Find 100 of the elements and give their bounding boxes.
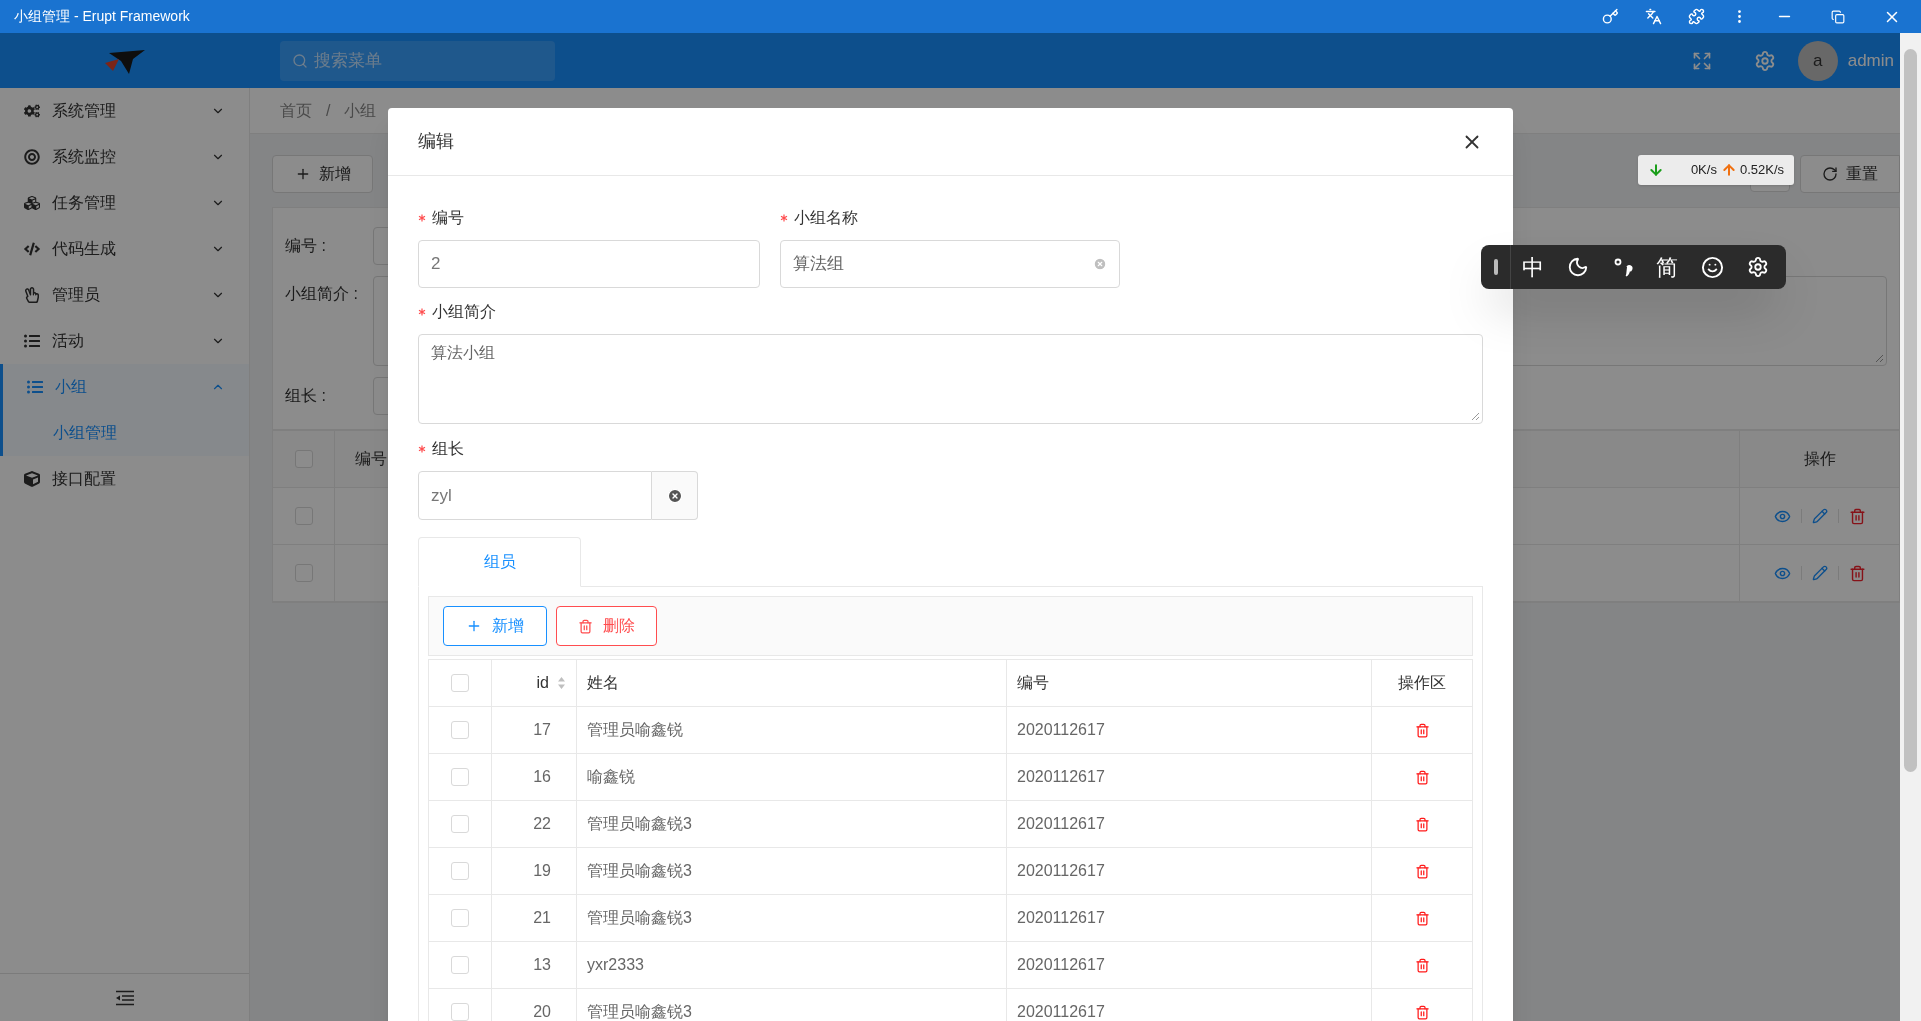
sidebar-item[interactable]: 系统监控 — [0, 134, 249, 180]
table-cell-text: 管理员喻鑫锐 — [587, 720, 683, 740]
column-header: 操作 — [1803, 449, 1836, 469]
sidebar-item[interactable]: 管理员 — [0, 272, 249, 318]
emoji-icon[interactable] — [1700, 255, 1724, 279]
table-cell-text: 管理员喻鑫锐3 — [587, 861, 692, 881]
target-icon — [24, 149, 40, 165]
table-cell-text: 喻鑫锐 — [587, 767, 635, 787]
field-label: 编号 — [432, 208, 464, 228]
resize-handle-icon[interactable] — [1875, 354, 1884, 363]
breadcrumb-separator: / — [326, 100, 331, 121]
table-cell-text: 2020112617 — [1017, 720, 1105, 740]
delete-button[interactable]: 删除 — [556, 606, 657, 646]
textarea-field[interactable]: 算法小组 — [418, 334, 1483, 424]
table-cell-text: 2020112617 — [1017, 955, 1105, 975]
moon-icon[interactable] — [1567, 256, 1589, 278]
tab[interactable]: 组员 — [418, 537, 581, 587]
code-icon — [24, 241, 40, 257]
translate-icon[interactable] — [1645, 8, 1662, 25]
column-header[interactable]: 姓名 — [587, 671, 619, 695]
scrollbar[interactable] — [1900, 33, 1921, 1021]
delete-icon[interactable] — [1414, 722, 1430, 738]
fullscreen-icon[interactable] — [1691, 50, 1712, 71]
table-cell-text: 2020112617 — [1017, 908, 1105, 928]
clear-button[interactable] — [652, 471, 698, 520]
table-cell-text: 19 — [533, 861, 551, 881]
clear-icon — [666, 487, 683, 504]
checkbox[interactable] — [451, 909, 469, 927]
checkbox[interactable] — [451, 815, 469, 833]
column-header[interactable]: 编号 — [355, 447, 387, 471]
upload-speed: 0.52K/s — [1739, 161, 1784, 180]
filter-label: 小组简介 : — [285, 284, 359, 304]
search-icon — [292, 52, 308, 69]
collapse-menu-icon[interactable] — [114, 989, 135, 1006]
delete-icon[interactable] — [1414, 957, 1430, 973]
refresh-icon — [1822, 166, 1838, 182]
gears-icon — [24, 103, 40, 119]
edit-icon[interactable] — [1811, 508, 1828, 524]
delete-icon[interactable] — [1848, 507, 1866, 525]
field-label: 小组名称 — [794, 208, 858, 228]
add-button[interactable]: 新增 — [272, 155, 373, 193]
table-cell-text: 2020112617 — [1017, 814, 1105, 834]
column-header[interactable]: 操作区 — [1398, 671, 1446, 695]
table-cell-text: 17 — [533, 720, 551, 740]
input-field[interactable]: 2 — [418, 240, 760, 288]
table-cell-text: 管理员喻鑫锐3 — [587, 908, 692, 928]
sidebar-item[interactable]: 活动 — [0, 318, 249, 364]
delete-icon[interactable] — [1848, 564, 1866, 582]
drag-handle-icon[interactable] — [1493, 259, 1498, 275]
add-button[interactable]: 新增 — [443, 606, 547, 646]
settings-icon[interactable] — [1746, 256, 1769, 278]
sidebar-item[interactable]: 系统管理 — [0, 88, 249, 134]
avatar[interactable]: a — [1797, 40, 1838, 81]
checkbox[interactable] — [451, 862, 469, 880]
checkbox[interactable] — [451, 1003, 469, 1021]
column-header[interactable]: 编号 — [1017, 671, 1049, 695]
checkbox[interactable] — [451, 768, 469, 786]
input-field[interactable]: 算法组 — [780, 240, 1120, 288]
plus-icon — [466, 618, 482, 634]
table-cell-text: 管理员喻鑫锐3 — [587, 1002, 692, 1021]
table-cell-text: 20 — [533, 1002, 551, 1021]
table-cell-text: 21 — [533, 908, 551, 928]
delete-icon[interactable] — [1414, 863, 1430, 879]
input-field[interactable]: zyl — [418, 471, 652, 520]
sidebar-item[interactable]: 任务管理 — [0, 180, 249, 226]
table-cell-text: 22 — [533, 814, 551, 834]
breadcrumb-link[interactable]: 小组 — [344, 98, 377, 123]
checkbox[interactable] — [451, 956, 469, 974]
filter-label: 编号 : — [285, 236, 327, 256]
delete-icon[interactable] — [1414, 1004, 1430, 1020]
checkbox[interactable] — [451, 721, 469, 739]
delete-icon[interactable] — [1414, 910, 1430, 926]
sidebar-item[interactable]: 接口配置 — [0, 456, 249, 502]
input-mode-toggle[interactable]: 中 — [1522, 250, 1545, 284]
column-header[interactable]: id — [536, 671, 549, 695]
delete-icon[interactable] — [1414, 769, 1430, 785]
breadcrumb-link[interactable]: 首页 — [280, 98, 312, 123]
window-title: 小组管理 - Erupt Framework — [14, 7, 191, 26]
resize-handle-icon[interactable] — [1471, 412, 1480, 421]
key-icon[interactable] — [1602, 8, 1619, 25]
puzzle-icon[interactable] — [1688, 8, 1705, 25]
trash-icon — [578, 618, 593, 634]
download-speed: 0K/s — [1690, 161, 1717, 180]
reset-button[interactable]: 重置 — [1800, 155, 1900, 193]
delete-icon[interactable] — [1414, 816, 1430, 832]
table-cell-text: 13 — [533, 955, 551, 975]
script-toggle[interactable]: 简 — [1656, 250, 1679, 284]
cube-icon — [24, 471, 40, 487]
edit-icon[interactable] — [1811, 565, 1828, 581]
field-label: 小组简介 — [432, 302, 496, 322]
table-cell-text: 16 — [533, 767, 551, 787]
table-cell-text: 2020112617 — [1017, 1002, 1105, 1021]
table-cell-text: 2020112617 — [1017, 767, 1105, 787]
table-cell-text: yxr2333 — [587, 955, 644, 975]
list-icon — [24, 333, 40, 349]
restore-icon[interactable] — [1831, 9, 1845, 24]
list-icon — [27, 379, 43, 395]
checkbox[interactable] — [451, 674, 469, 692]
table-cell-text: 管理员喻鑫锐3 — [587, 814, 692, 834]
sidebar-item[interactable]: 代码生成 — [0, 226, 249, 272]
